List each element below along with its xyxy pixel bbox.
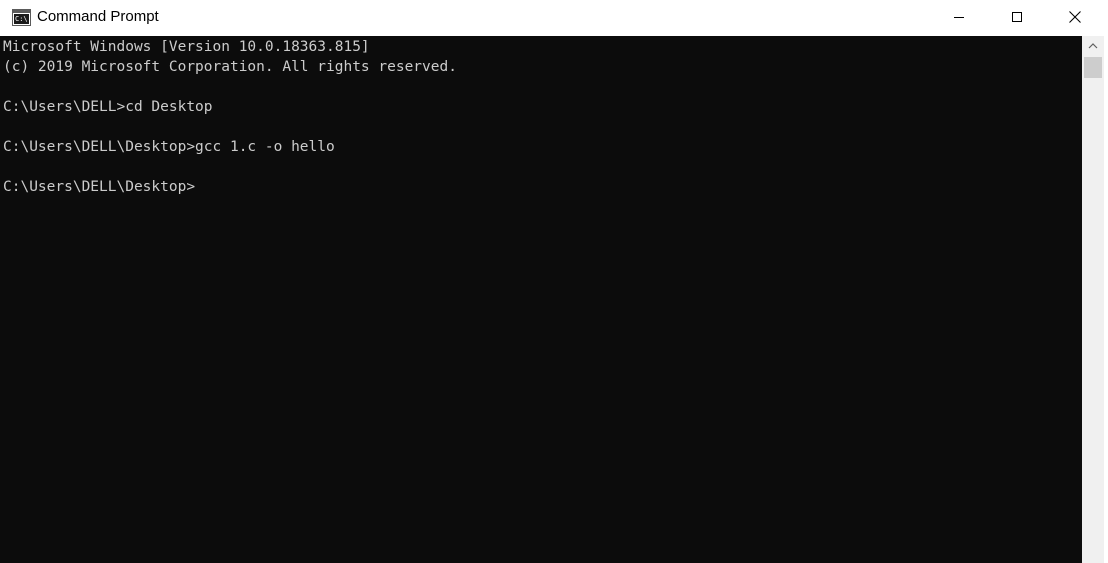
console-line: C:\Users\DELL>cd Desktop bbox=[3, 99, 213, 115]
cmd-icon-bar bbox=[13, 10, 30, 13]
console-line: Microsoft Windows [Version 10.0.18363.81… bbox=[3, 39, 370, 55]
title-bar[interactable]: C:\. Command Prompt bbox=[0, 0, 1108, 36]
scroll-up-button[interactable] bbox=[1082, 36, 1104, 56]
minimize-button[interactable] bbox=[930, 0, 988, 34]
console-prompt-line[interactable]: C:\Users\DELL\Desktop> bbox=[3, 177, 195, 197]
window-border bbox=[1104, 36, 1108, 563]
close-button[interactable] bbox=[1046, 0, 1104, 34]
maximize-button[interactable] bbox=[988, 0, 1046, 34]
window-title: Command Prompt bbox=[37, 8, 159, 25]
cmd-icon[interactable]: C:\. bbox=[12, 9, 31, 26]
minimize-icon bbox=[954, 16, 964, 18]
cmd-icon-screen: C:\. bbox=[14, 14, 29, 24]
console-line: C:\Users\DELL\Desktop>gcc 1.c -o hello bbox=[3, 139, 335, 155]
maximize-icon bbox=[1012, 12, 1022, 22]
console-line: (c) 2019 Microsoft Corporation. All righ… bbox=[3, 59, 457, 75]
command-prompt-window: C:\. Command Prompt Microsoft Windows [V… bbox=[0, 0, 1108, 563]
console-output[interactable]: Microsoft Windows [Version 10.0.18363.81… bbox=[0, 36, 1082, 563]
chevron-up-icon bbox=[1088, 43, 1098, 49]
vertical-scrollbar[interactable] bbox=[1082, 36, 1104, 563]
close-icon bbox=[1069, 11, 1081, 23]
scroll-thumb[interactable] bbox=[1084, 57, 1102, 78]
